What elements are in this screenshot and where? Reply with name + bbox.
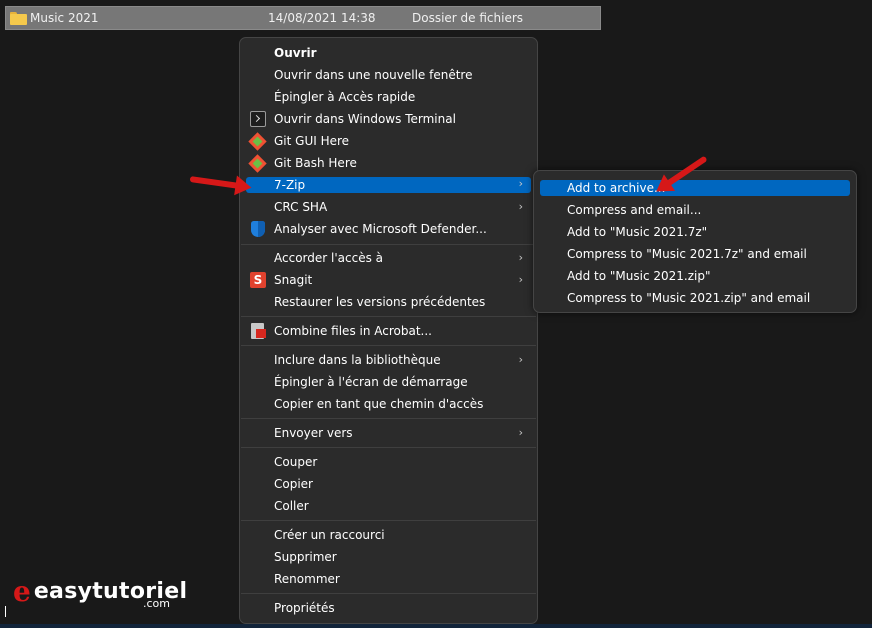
snagit-icon: S	[250, 272, 266, 288]
menu-item-paste[interactable]: Coller	[246, 497, 531, 515]
menu-item-label: Propriétés	[274, 601, 335, 615]
menu-item-label: Créer un raccourci	[274, 528, 385, 542]
menu-item-open-new-window[interactable]: Ouvrir dans une nouvelle fenêtre	[246, 66, 531, 84]
submenu-item-compress-zip-email[interactable]: Compress to "Music 2021.zip" and email	[540, 290, 850, 306]
menu-item-rename[interactable]: Renommer	[246, 570, 531, 588]
menu-item-label: Copier	[274, 477, 313, 491]
menu-separator	[241, 520, 536, 521]
watermark-logo: e easytutoriel .com	[13, 575, 187, 611]
submenu-item-compress-7z-email[interactable]: Compress to "Music 2021.7z" and email	[540, 246, 850, 262]
menu-item-pin-quick-access[interactable]: Épingler à Accès rapide	[246, 88, 531, 106]
folder-icon	[10, 12, 27, 25]
menu-item-include-library[interactable]: Inclure dans la bibliothèque ›	[246, 351, 531, 369]
submenu-item-label: Add to "Music 2021.zip"	[567, 269, 711, 283]
menu-separator	[241, 418, 536, 419]
file-row-music-2021[interactable]: Music 2021 14/08/2021 14:38 Dossier de f…	[5, 6, 601, 30]
defender-icon	[251, 221, 265, 237]
menu-item-grant-access[interactable]: Accorder l'accès à ›	[246, 249, 531, 267]
menu-item-snagit[interactable]: S Snagit ›	[246, 271, 531, 289]
submenu-item-compress-email[interactable]: Compress and email...	[540, 202, 850, 218]
menu-item-label: Restaurer les versions précédentes	[274, 295, 486, 309]
submenu-7zip: Add to archive... Compress and email... …	[533, 170, 857, 313]
menu-item-copy-path[interactable]: Copier en tant que chemin d'accès	[246, 395, 531, 413]
menu-item-properties[interactable]: Propriétés	[246, 599, 531, 617]
menu-item-label: Supprimer	[274, 550, 337, 564]
menu-item-restore-versions[interactable]: Restaurer les versions précédentes	[246, 293, 531, 311]
menu-item-label: Ouvrir dans une nouvelle fenêtre	[274, 68, 473, 82]
chevron-right-icon: ›	[518, 177, 523, 190]
submenu-item-label: Compress to "Music 2021.7z" and email	[567, 247, 807, 261]
menu-item-label: Coller	[274, 499, 309, 513]
context-menu: Ouvrir Ouvrir dans une nouvelle fenêtre …	[239, 37, 538, 624]
git-icon	[248, 154, 267, 173]
submenu-item-label: Compress to "Music 2021.zip" and email	[567, 291, 811, 305]
menu-item-acrobat[interactable]: Combine files in Acrobat...	[246, 322, 531, 340]
menu-item-label: Ouvrir dans Windows Terminal	[274, 112, 456, 126]
menu-item-label: Combine files in Acrobat...	[274, 324, 432, 338]
menu-item-label: Snagit	[274, 273, 313, 287]
menu-item-crc-sha[interactable]: CRC SHA ›	[246, 198, 531, 216]
menu-item-label: Épingler à Accès rapide	[274, 90, 416, 104]
menu-item-git-bash[interactable]: Git Bash Here	[246, 154, 531, 173]
taskbar-edge	[0, 624, 872, 628]
logo-suffix: .com	[143, 597, 170, 610]
menu-item-label: Git GUI Here	[274, 134, 350, 148]
file-type: Dossier de fichiers	[412, 11, 524, 25]
menu-item-copy[interactable]: Copier	[246, 475, 531, 493]
menu-item-label: Couper	[274, 455, 318, 469]
menu-item-label: Accorder l'accès à	[274, 251, 383, 265]
menu-item-7zip[interactable]: 7-Zip ›	[246, 177, 531, 193]
menu-item-label: Copier en tant que chemin d'accès	[274, 397, 484, 411]
file-date: 14/08/2021 14:38	[268, 11, 376, 25]
menu-item-delete[interactable]: Supprimer	[246, 548, 531, 566]
menu-item-cut[interactable]: Couper	[246, 453, 531, 471]
menu-separator	[241, 316, 536, 317]
menu-item-label: Envoyer vers	[274, 426, 353, 440]
menu-item-label: Renommer	[274, 572, 340, 586]
menu-separator	[241, 593, 536, 594]
menu-item-label: Analyser avec Microsoft Defender...	[274, 222, 487, 236]
menu-item-windows-terminal[interactable]: Ouvrir dans Windows Terminal	[246, 110, 531, 128]
chevron-right-icon: ›	[518, 251, 523, 264]
menu-item-create-shortcut[interactable]: Créer un raccourci	[246, 526, 531, 544]
menu-item-send-to[interactable]: Envoyer vers ›	[246, 424, 531, 442]
menu-separator	[241, 345, 536, 346]
menu-item-label: 7-Zip	[274, 178, 306, 192]
menu-item-git-gui[interactable]: Git GUI Here	[246, 132, 531, 151]
menu-item-label: Git Bash Here	[274, 156, 357, 170]
git-icon	[248, 132, 267, 151]
menu-item-label: Épingler à l'écran de démarrage	[274, 375, 468, 389]
chevron-right-icon: ›	[518, 353, 523, 366]
submenu-item-label: Compress and email...	[567, 203, 702, 217]
menu-item-label: Inclure dans la bibliothèque	[274, 353, 441, 367]
menu-item-pin-start[interactable]: Épingler à l'écran de démarrage	[246, 373, 531, 391]
file-name: Music 2021	[30, 11, 99, 25]
menu-item-defender[interactable]: Analyser avec Microsoft Defender...	[246, 220, 531, 238]
submenu-item-add-zip[interactable]: Add to "Music 2021.zip"	[540, 268, 850, 284]
submenu-item-label: Add to "Music 2021.7z"	[567, 225, 708, 239]
menu-item-label: CRC SHA	[274, 200, 328, 214]
chevron-right-icon: ›	[518, 426, 523, 439]
menu-separator	[241, 244, 536, 245]
submenu-item-add-7z[interactable]: Add to "Music 2021.7z"	[540, 224, 850, 240]
logo-mark-icon: e	[13, 575, 31, 608]
acrobat-icon	[251, 323, 266, 339]
chevron-right-icon: ›	[518, 273, 523, 286]
text-cursor	[5, 606, 6, 617]
terminal-icon	[250, 111, 266, 127]
submenu-item-add-to-archive[interactable]: Add to archive...	[540, 180, 850, 196]
menu-separator	[241, 447, 536, 448]
menu-item-ouvrir[interactable]: Ouvrir	[246, 44, 531, 62]
annotation-arrow-icon	[189, 175, 253, 198]
menu-item-label: Ouvrir	[274, 46, 317, 60]
chevron-right-icon: ›	[518, 200, 523, 213]
